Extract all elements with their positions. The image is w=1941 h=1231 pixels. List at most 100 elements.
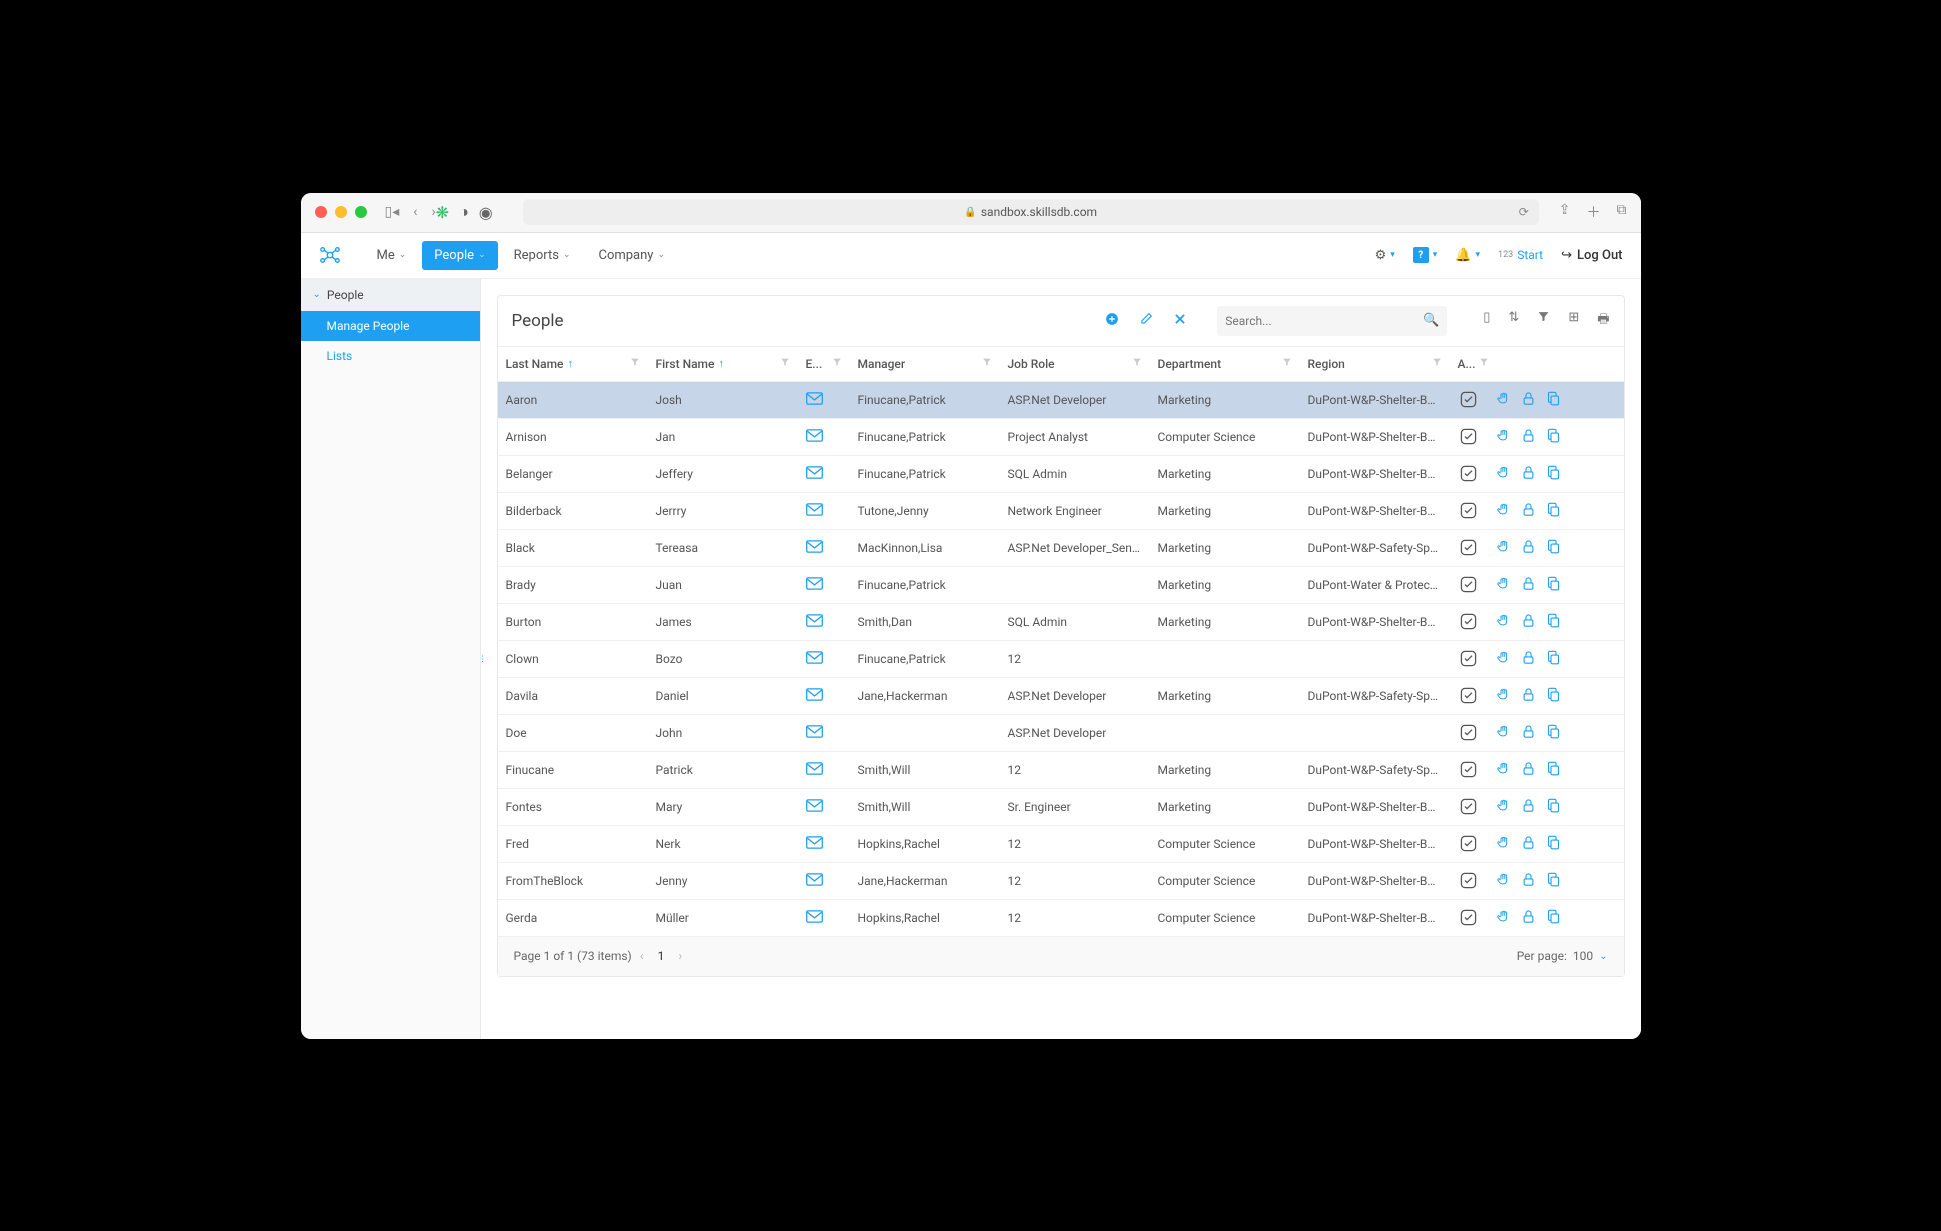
table-row[interactable]: BurtonJamesSmith,DanSQL AdminMarketingDu…: [498, 604, 1624, 641]
column-chooser-icon[interactable]: ▯: [1483, 310, 1490, 332]
copy-icon[interactable]: [1546, 539, 1561, 557]
copy-icon[interactable]: [1546, 761, 1561, 779]
copy-icon[interactable]: [1546, 650, 1561, 668]
print-icon[interactable]: 🖶: [1597, 310, 1609, 332]
lock-icon[interactable]: [1521, 576, 1536, 594]
gesture-icon[interactable]: [1496, 872, 1511, 890]
cell-email[interactable]: [798, 678, 850, 714]
lock-icon[interactable]: [1521, 391, 1536, 409]
logout-button[interactable]: ↪Log Out: [1561, 248, 1622, 263]
cell-active[interactable]: [1450, 604, 1488, 639]
add-icon[interactable]: [1105, 312, 1119, 330]
gesture-icon[interactable]: [1496, 391, 1511, 409]
cell-email[interactable]: [798, 900, 850, 936]
copy-icon[interactable]: [1546, 687, 1561, 705]
close-window-icon[interactable]: [315, 206, 327, 218]
copy-icon[interactable]: [1546, 502, 1561, 520]
lock-icon[interactable]: [1521, 835, 1536, 853]
pager-prev[interactable]: ‹: [632, 949, 652, 964]
gesture-icon[interactable]: [1496, 502, 1511, 520]
cell-email[interactable]: [798, 789, 850, 825]
filter-icon[interactable]: [1282, 357, 1292, 370]
copy-icon[interactable]: [1546, 909, 1561, 927]
table-row[interactable]: FinucanePatrickSmith,Will12MarketingDuPo…: [498, 752, 1624, 789]
table-row[interactable]: BlackTereasaMacKinnon,LisaASP.Net Develo…: [498, 530, 1624, 567]
notifications-menu[interactable]: 🔔▾: [1455, 248, 1480, 263]
lock-icon[interactable]: [1521, 909, 1536, 927]
column-header-dept[interactable]: Department: [1150, 347, 1300, 381]
lock-icon[interactable]: [1521, 798, 1536, 816]
cell-email[interactable]: [798, 493, 850, 529]
column-header-last[interactable]: Last Name↑: [498, 347, 648, 381]
cell-email[interactable]: [798, 456, 850, 492]
sidebar-collapse-handle[interactable]: ‹⋮‹: [481, 641, 487, 676]
pager-next[interactable]: ›: [670, 949, 690, 964]
cell-active[interactable]: [1450, 789, 1488, 824]
search-icon[interactable]: 🔍: [1423, 313, 1439, 328]
cell-email[interactable]: [798, 641, 850, 677]
lock-icon[interactable]: [1521, 761, 1536, 779]
table-row[interactable]: BradyJuanFinucane,PatrickMarketingDuPont…: [498, 567, 1624, 604]
edit-icon[interactable]: [1139, 312, 1153, 330]
column-header-em[interactable]: E...: [798, 347, 850, 381]
gesture-icon[interactable]: [1496, 909, 1511, 927]
sidebar-toggle-icon[interactable]: ▯◂: [385, 204, 400, 220]
cell-active[interactable]: [1450, 530, 1488, 565]
lock-icon[interactable]: [1521, 724, 1536, 742]
column-header-mgr[interactable]: Manager: [850, 347, 1000, 381]
cell-active[interactable]: [1450, 752, 1488, 787]
copy-icon[interactable]: [1546, 835, 1561, 853]
nav-item-me[interactable]: Me⌄: [365, 241, 419, 270]
copy-icon[interactable]: [1546, 872, 1561, 890]
copy-icon[interactable]: [1546, 798, 1561, 816]
filter-icon[interactable]: [832, 357, 842, 370]
table-row[interactable]: ClownBozoFinucane,Patrick12: [498, 641, 1624, 678]
table-row[interactable]: AaronJoshFinucane,PatrickASP.Net Develop…: [498, 382, 1624, 419]
lock-icon[interactable]: [1521, 613, 1536, 631]
cell-active[interactable]: [1450, 863, 1488, 898]
copy-icon[interactable]: [1546, 724, 1561, 742]
table-row[interactable]: BilderbackJerrryTutone,JennyNetwork Engi…: [498, 493, 1624, 530]
cell-active[interactable]: [1450, 419, 1488, 454]
cell-active[interactable]: [1450, 715, 1488, 750]
lock-icon[interactable]: [1521, 687, 1536, 705]
cell-email[interactable]: [798, 715, 850, 751]
filter-icon[interactable]: [1537, 310, 1550, 332]
table-row[interactable]: GerdaMüllerHopkins,Rachel12Computer Scie…: [498, 900, 1624, 937]
new-tab-icon[interactable]: ＋: [1587, 202, 1601, 222]
group-icon[interactable]: ⊞: [1568, 310, 1579, 332]
lock-icon[interactable]: [1521, 502, 1536, 520]
nav-item-company[interactable]: Company⌄: [586, 241, 677, 270]
sidebar-section-header[interactable]: ⌄ People: [301, 279, 480, 311]
cell-email[interactable]: [798, 530, 850, 566]
sidebar-item-lists[interactable]: Lists: [301, 341, 480, 371]
copy-icon[interactable]: [1546, 576, 1561, 594]
gesture-icon[interactable]: [1496, 465, 1511, 483]
globe-icon[interactable]: ◉: [479, 203, 493, 222]
back-button[interactable]: ‹: [413, 204, 417, 220]
filter-icon[interactable]: [780, 357, 790, 370]
cell-email[interactable]: [798, 567, 850, 603]
nav-item-reports[interactable]: Reports⌄: [502, 241, 583, 270]
lock-icon[interactable]: [1521, 465, 1536, 483]
table-row[interactable]: FromTheBlockJennyJane,Hackerman12Compute…: [498, 863, 1624, 900]
filter-icon[interactable]: [630, 357, 640, 370]
sidebar-item-manage-people[interactable]: Manage People: [301, 311, 480, 341]
gesture-icon[interactable]: [1496, 576, 1511, 594]
share-icon[interactable]: ⇪: [1559, 202, 1571, 222]
table-row[interactable]: DavilaDanielJane,HackermanASP.Net Develo…: [498, 678, 1624, 715]
cell-active[interactable]: [1450, 641, 1488, 676]
table-row[interactable]: ArnisonJanFinucane,PatrickProject Analys…: [498, 419, 1624, 456]
gesture-icon[interactable]: [1496, 650, 1511, 668]
minimize-window-icon[interactable]: [335, 206, 347, 218]
column-header-first[interactable]: First Name↑: [648, 347, 798, 381]
gesture-icon[interactable]: [1496, 539, 1511, 557]
cell-active[interactable]: [1450, 900, 1488, 935]
copy-icon[interactable]: [1546, 613, 1561, 631]
lock-icon[interactable]: [1521, 428, 1536, 446]
lock-icon[interactable]: [1521, 872, 1536, 890]
cell-email[interactable]: [798, 604, 850, 640]
cell-email[interactable]: [798, 752, 850, 788]
sort-icon[interactable]: ⇅: [1508, 310, 1519, 332]
cell-active[interactable]: [1450, 382, 1488, 417]
